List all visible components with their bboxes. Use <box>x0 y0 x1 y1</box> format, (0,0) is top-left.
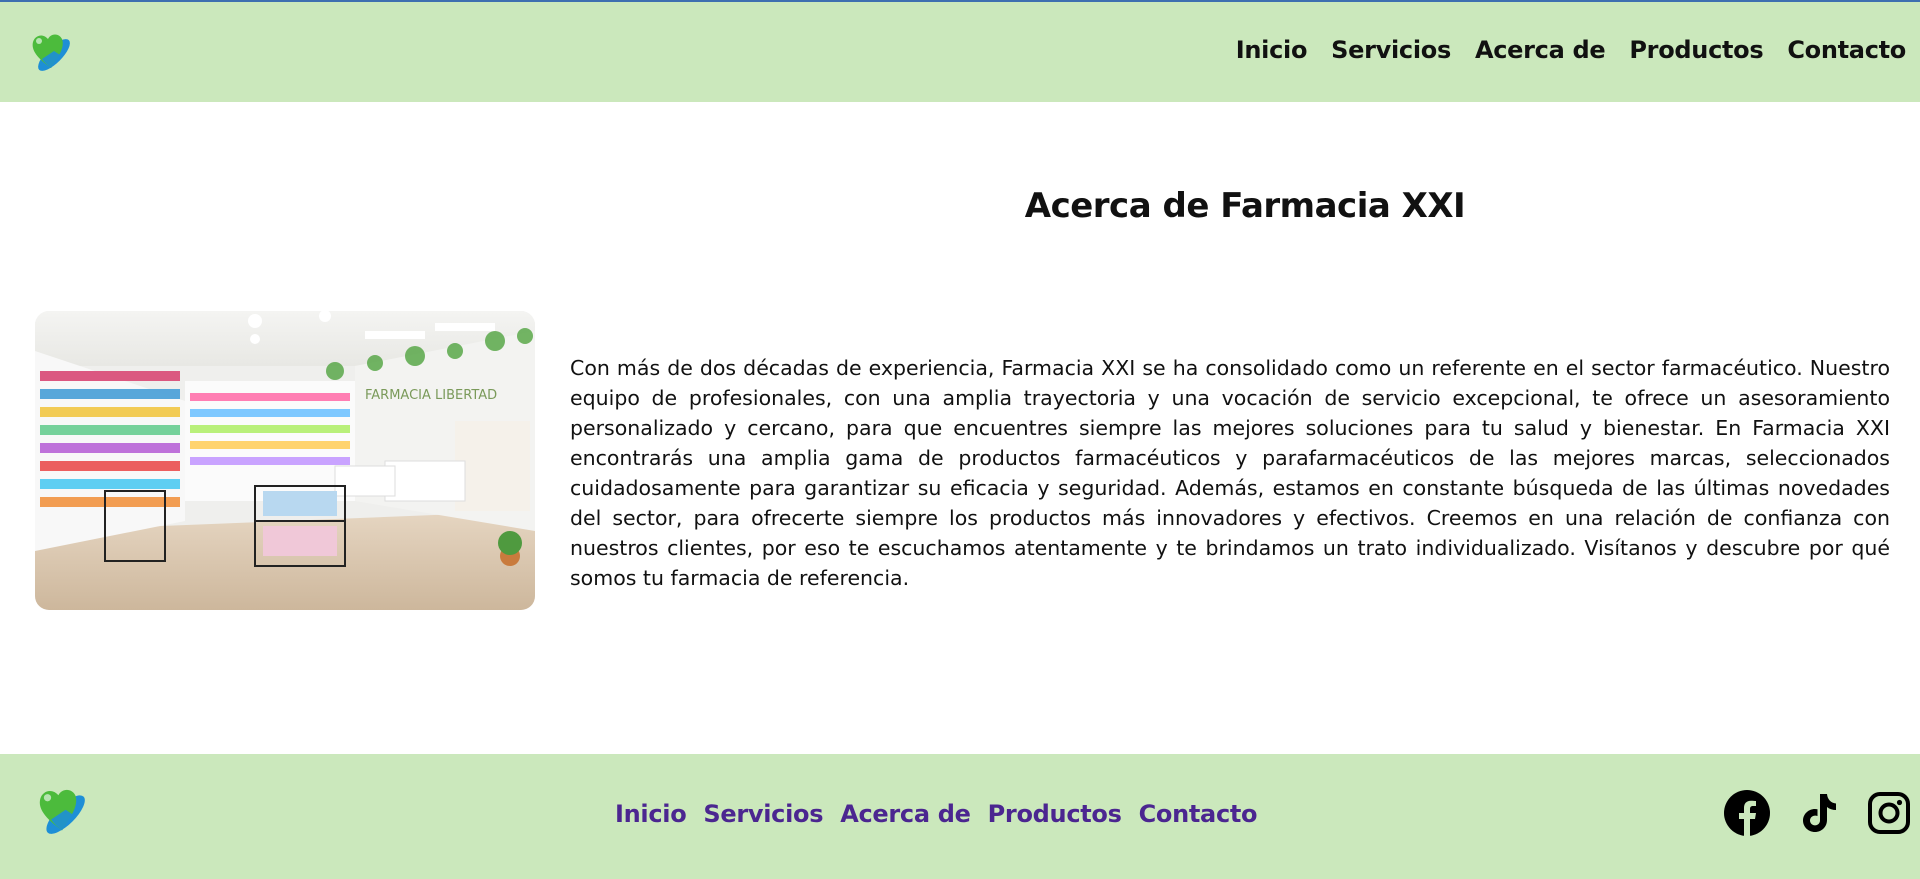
nav-acerca-de[interactable]: Acerca de <box>1475 36 1606 64</box>
store-sign-text: FARMACIA LIBERTAD <box>365 388 497 403</box>
nav-productos[interactable]: Productos <box>1629 36 1763 64</box>
footer-logo-icon[interactable] <box>33 782 91 840</box>
footer-nav-servicios[interactable]: Servicios <box>703 800 823 828</box>
instagram-icon[interactable] <box>1866 790 1912 836</box>
main-nav: Inicio Servicios Acerca de Productos Con… <box>1236 36 1907 64</box>
nav-contacto[interactable]: Contacto <box>1787 36 1906 64</box>
page-title: Acerca de Farmacia XXI <box>1024 186 1466 226</box>
site-header: Inicio Servicios Acerca de Productos Con… <box>0 0 1920 102</box>
footer-nav-acerca-de[interactable]: Acerca de <box>840 800 971 828</box>
footer-nav-productos[interactable]: Productos <box>988 800 1122 828</box>
site-footer: Inicio Servicios Acerca de Productos Con… <box>0 754 1920 879</box>
pharmacy-logo-icon[interactable] <box>27 28 75 76</box>
footer-nav-contacto[interactable]: Contacto <box>1139 800 1258 828</box>
footer-nav: Inicio Servicios Acerca de Productos Con… <box>615 800 1258 828</box>
about-paragraph: Con más de dos décadas de experiencia, F… <box>570 356 1890 590</box>
facebook-icon[interactable] <box>1724 790 1770 836</box>
footer-nav-inicio[interactable]: Inicio <box>615 800 687 828</box>
nav-inicio[interactable]: Inicio <box>1236 36 1308 64</box>
nav-servicios[interactable]: Servicios <box>1331 36 1451 64</box>
tiktok-icon[interactable] <box>1796 790 1842 836</box>
pharmacy-interior-image: FARMACIA LIBERTAD <box>35 311 535 610</box>
